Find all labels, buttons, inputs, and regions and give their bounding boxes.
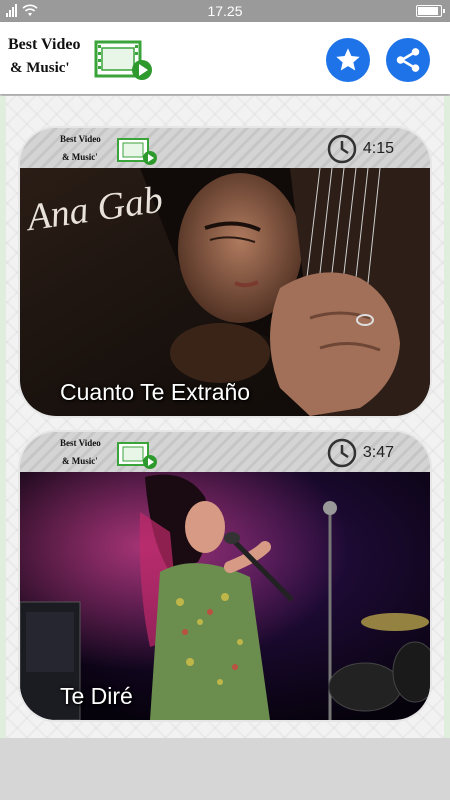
duration-text: 4:15 bbox=[362, 140, 394, 157]
video-title: Cuanto Te Extraño bbox=[60, 379, 251, 405]
video-thumbnail[interactable]: Te Diré bbox=[20, 472, 430, 720]
card-logo-line-2: & Music' bbox=[62, 456, 98, 466]
video-title: Te Diré bbox=[60, 683, 133, 709]
video-thumbnail[interactable]: Ana Gab Cuanto Te Extraño bbox=[20, 168, 430, 416]
clock-icon bbox=[327, 134, 357, 164]
card-logo-line-1: Best Video bbox=[60, 134, 101, 144]
film-play-icon bbox=[117, 138, 157, 165]
bottom-bar bbox=[0, 738, 450, 800]
video-duration: 3:47 bbox=[327, 438, 394, 468]
card-logo: Best Video & Music' bbox=[60, 438, 170, 472]
card-logo-line-2: & Music' bbox=[62, 152, 98, 162]
status-time: 17.25 bbox=[207, 3, 243, 19]
card-logo-line-1: Best Video bbox=[60, 438, 101, 448]
film-play-icon bbox=[94, 40, 152, 80]
battery-icon bbox=[416, 5, 445, 17]
card-logo: Best Video & Music' bbox=[60, 134, 170, 168]
star-icon bbox=[336, 48, 360, 71]
video-duration: 4:15 bbox=[327, 134, 394, 164]
share-icon bbox=[396, 48, 420, 72]
clock-icon bbox=[327, 438, 357, 468]
duration-text: 3:47 bbox=[362, 444, 394, 461]
favorite-button[interactable] bbox=[326, 38, 370, 82]
status-bar: 17.25 bbox=[0, 0, 450, 22]
share-button[interactable] bbox=[386, 38, 430, 82]
card-header: Best Video & Music' 3:47 bbox=[20, 432, 430, 472]
film-play-icon bbox=[117, 442, 157, 469]
logo-line-2: & Music' bbox=[10, 60, 70, 76]
app-logo: Best Video & Music' bbox=[8, 34, 158, 84]
card-header: Best Video & Music' 4:15 bbox=[20, 128, 430, 168]
logo-line-1: Best Video bbox=[8, 36, 81, 53]
video-card[interactable]: Best Video & Music' 3:47 Te Diré bbox=[20, 432, 430, 720]
video-list[interactable]: Best Video & Music' 4:15 Ana Gab Cuanto … bbox=[0, 96, 450, 738]
app-bar: Best Video & Music' bbox=[0, 22, 450, 94]
video-card[interactable]: Best Video & Music' 4:15 Ana Gab Cuanto … bbox=[20, 128, 430, 416]
